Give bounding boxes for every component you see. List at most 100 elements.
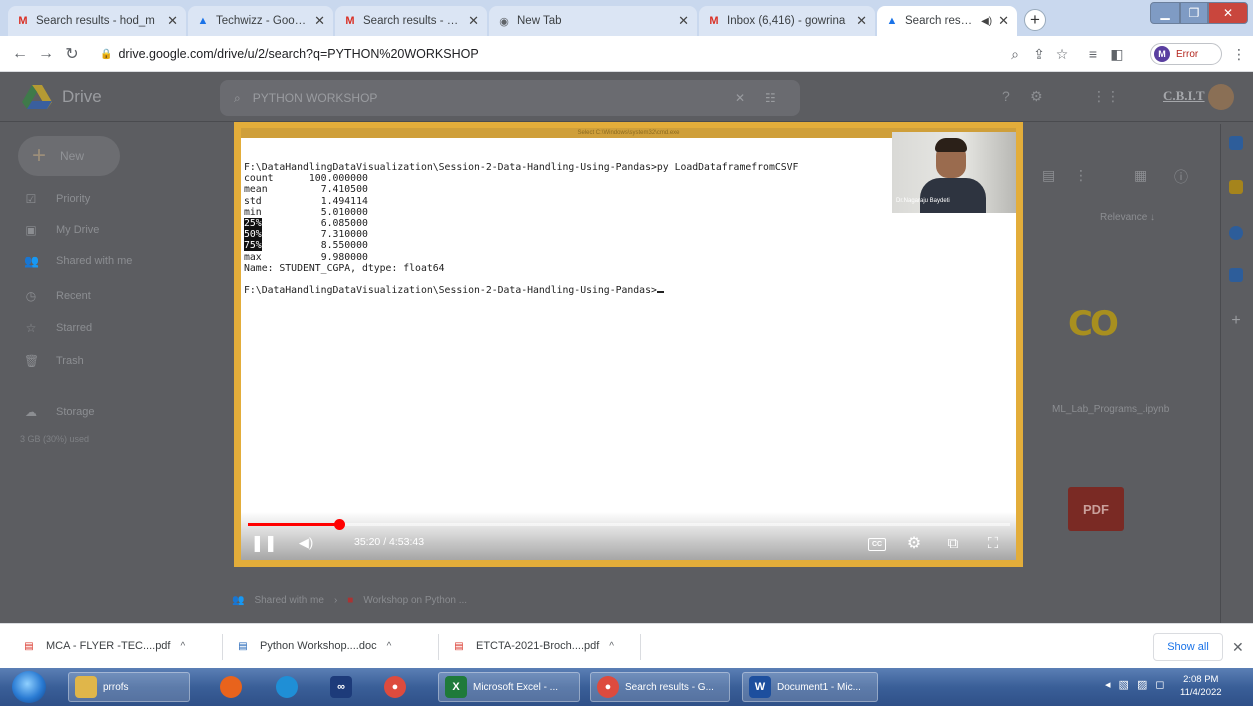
speaker-icon[interactable]: ◻ xyxy=(1155,678,1164,691)
volume-icon[interactable]: ◀) xyxy=(296,534,316,552)
breadcrumb-item[interactable]: Workshop on Python ... xyxy=(363,595,467,606)
grid-view-icon[interactable]: ▦ xyxy=(1134,167,1147,184)
breadcrumb: 👥 Shared with me › ■ Workshop on Python … xyxy=(232,595,467,606)
list-view-icon[interactable]: ▤ xyxy=(1042,167,1055,184)
back-icon[interactable]: ← xyxy=(8,42,32,66)
sidebar-item-trash[interactable]: 🗑 Trash xyxy=(24,350,84,372)
tab-1[interactable]: M Search results - hod_m ✕ xyxy=(8,6,186,36)
minimize-button[interactable]: ▁ xyxy=(1150,2,1180,24)
taskbar-edge[interactable] xyxy=(270,672,304,702)
close-tab-icon[interactable]: ✕ xyxy=(468,13,479,29)
close-tab-icon[interactable]: ✕ xyxy=(314,13,325,29)
clear-search-icon[interactable]: ✕ xyxy=(735,91,745,105)
info-icon[interactable]: ⓘ xyxy=(1174,167,1188,187)
close-shelf-icon[interactable]: ✕ xyxy=(1232,639,1244,656)
sidebar-item-shared[interactable]: 👥 Shared with me xyxy=(24,250,132,272)
settings-gear-icon[interactable]: ⚙ xyxy=(1030,88,1043,105)
close-tab-icon[interactable]: ✕ xyxy=(856,13,867,29)
stat-label-selected: 25% xyxy=(244,218,262,230)
keep-icon[interactable] xyxy=(1229,180,1243,194)
bookmark-star-icon[interactable]: ☆ xyxy=(1053,45,1071,63)
show-all-button[interactable]: Show all xyxy=(1153,633,1223,661)
new-button[interactable]: + New xyxy=(18,136,120,176)
new-tab-button[interactable]: + xyxy=(1024,9,1046,31)
side-panel-icon[interactable]: ◧ xyxy=(1108,45,1126,63)
download-item[interactable]: ▤ MCA - FLYER -TEC....pdf ^ xyxy=(22,632,185,660)
fullscreen-icon[interactable]: ⛶ xyxy=(982,534,1004,552)
tab-4[interactable]: ◉ New Tab ✕ xyxy=(489,6,697,36)
taskbar-word[interactable]: W Document1 - Mic... xyxy=(742,672,878,702)
tasks-icon[interactable] xyxy=(1229,226,1243,240)
tab-6-active[interactable]: ▲ Search results - Go ◀) ✕ xyxy=(877,6,1017,36)
video-player[interactable]: Select C:\Windows\system32\cmd.exe F:\Da… xyxy=(234,122,1023,567)
chevron-up-icon[interactable]: ^ xyxy=(387,641,392,652)
maximize-button[interactable]: ❐ xyxy=(1180,2,1208,24)
sidebar-item-starred[interactable]: ☆ Starred xyxy=(24,317,92,339)
sidebar-item-recent[interactable]: ◷ Recent xyxy=(24,285,91,307)
miniplayer-icon[interactable]: ⧉ xyxy=(942,534,964,552)
download-item[interactable]: ▤ ETCTA-2021-Broch....pdf ^ xyxy=(452,632,614,660)
search-input[interactable]: PYTHON WORKSHOP xyxy=(253,91,378,105)
sidebar-item-my-drive[interactable]: ▣ My Drive xyxy=(24,219,99,241)
breadcrumb-item[interactable]: Shared with me xyxy=(254,595,323,606)
console-output: F:\DataHandlingDataVisualization\Session… xyxy=(244,162,798,296)
taskbar-webex[interactable]: ∞ xyxy=(324,672,358,702)
sort-label: Relevance xyxy=(1100,212,1148,223)
drive-search-box[interactable]: ⌕ PYTHON WORKSHOP ✕ ☷ xyxy=(220,80,800,116)
taskbar-firefox[interactable] xyxy=(214,672,248,702)
taskbar-excel[interactable]: X Microsoft Excel - ... xyxy=(438,672,580,702)
captions-icon[interactable]: CC xyxy=(868,538,886,551)
taskbar-folder[interactable]: prrofs xyxy=(68,672,190,702)
more-menu-icon[interactable]: ⋮ xyxy=(1230,45,1248,63)
add-ons-plus-icon[interactable]: + xyxy=(1229,313,1243,329)
close-tab-icon[interactable]: ✕ xyxy=(167,13,178,29)
sidebar-item-storage[interactable]: ☁ Storage xyxy=(24,401,95,423)
close-tab-icon[interactable]: ✕ xyxy=(998,13,1009,29)
sidebar-item-priority[interactable]: ☑ Priority xyxy=(24,188,91,210)
more-options-icon[interactable]: ⋮ xyxy=(1074,167,1088,184)
star-icon: ☆ xyxy=(25,321,37,335)
profile-button[interactable]: M Error xyxy=(1150,43,1222,65)
pdf-file-icon[interactable]: PDF xyxy=(1068,487,1124,531)
address-bar[interactable]: 🔒 drive.google.com/drive/u/2/search?q=PY… xyxy=(100,41,980,67)
close-window-button[interactable]: ✕ xyxy=(1208,2,1248,24)
help-icon[interactable]: ? xyxy=(1002,88,1010,104)
zoom-icon[interactable]: ⌕ xyxy=(1006,45,1024,63)
download-filename: ETCTA-2021-Broch....pdf xyxy=(476,640,600,652)
taskbar-chrome[interactable]: ● xyxy=(378,672,412,702)
search-options-icon[interactable]: ☷ xyxy=(765,91,776,105)
drive-icon: ▲ xyxy=(197,15,209,27)
close-tab-icon[interactable]: ✕ xyxy=(678,13,689,29)
chevron-up-icon[interactable]: ^ xyxy=(609,641,614,652)
speaker-icon[interactable]: ◀) xyxy=(981,16,992,27)
stat-value: 6.085000 xyxy=(320,218,368,230)
apps-grid-icon[interactable]: ⋮⋮ xyxy=(1092,88,1120,105)
video-progress-bar[interactable] xyxy=(248,519,1010,530)
text-cursor xyxy=(656,291,664,294)
reload-icon[interactable]: ↻ xyxy=(60,42,84,66)
tray-arrow-icon[interactable]: ◂ xyxy=(1105,678,1111,691)
download-item[interactable]: ▤ Python Workshop....doc ^ xyxy=(236,632,391,660)
share-icon[interactable]: ⇪ xyxy=(1030,45,1048,63)
chevron-up-icon[interactable]: ^ xyxy=(181,641,186,652)
taskbar-chrome-window[interactable]: ● Search results - G... xyxy=(590,672,730,702)
contacts-icon[interactable] xyxy=(1229,268,1243,282)
network-icon[interactable]: ▨ xyxy=(1137,678,1147,691)
forward-icon[interactable]: → xyxy=(34,42,58,66)
sidebar-item-label: My Drive xyxy=(56,224,100,236)
calendar-icon[interactable] xyxy=(1229,136,1243,150)
tab-3[interactable]: M Search results - hod_m ✕ xyxy=(335,6,487,36)
reading-list-icon[interactable]: ≡ xyxy=(1084,45,1102,63)
sort-dropdown[interactable]: Relevance ↓ xyxy=(1100,212,1155,223)
start-button[interactable] xyxy=(12,671,46,703)
user-avatar[interactable] xyxy=(1208,84,1234,110)
system-clock[interactable]: 2:08 PM 11/4/2022 xyxy=(1180,673,1222,699)
tray-app-icon[interactable]: ▧ xyxy=(1119,678,1129,691)
tab-5[interactable]: M Inbox (6,416) - gowrina ✕ xyxy=(699,6,875,36)
pause-icon[interactable]: ❚❚ xyxy=(251,534,278,552)
stat-label: std xyxy=(244,195,262,207)
settings-gear-icon[interactable]: ⚙ xyxy=(904,534,924,552)
tab-2[interactable]: ▲ Techwizz - Google Driv ✕ xyxy=(188,6,333,36)
file-name[interactable]: ML_Lab_Programs_.ipynb xyxy=(1052,404,1169,415)
pdf-file-icon: ▤ xyxy=(454,640,464,652)
